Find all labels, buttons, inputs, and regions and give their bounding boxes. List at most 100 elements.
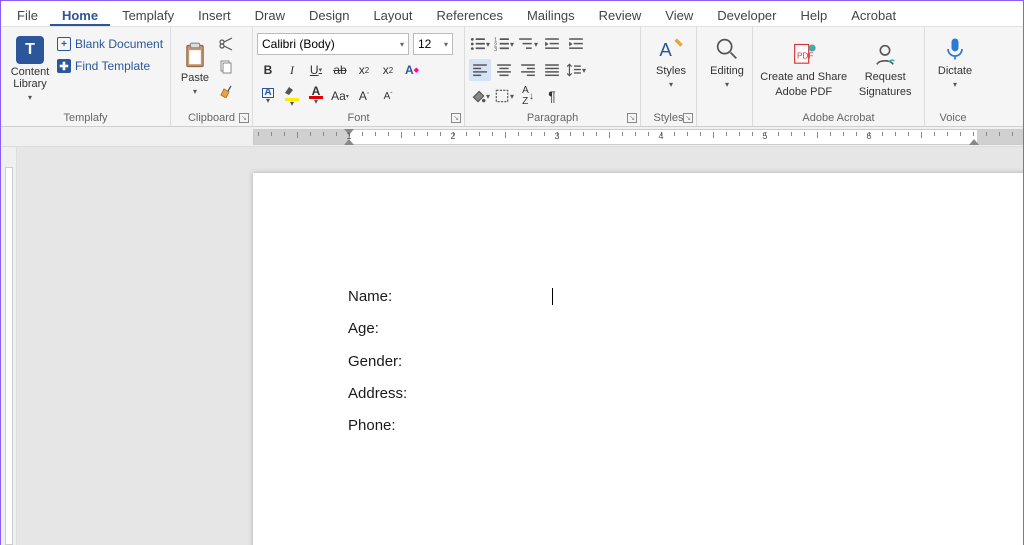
numbering-icon: 123 xyxy=(494,36,510,52)
copy-button[interactable] xyxy=(215,56,237,78)
underline-button[interactable]: U▾ xyxy=(305,59,327,81)
request-signatures-button[interactable]: Request Signatures xyxy=(850,31,920,109)
cut-button[interactable] xyxy=(215,33,237,55)
highlight-button[interactable]: ▾ xyxy=(281,85,303,107)
vertical-ruler[interactable] xyxy=(1,147,17,545)
document-page[interactable]: Name:Age:Gender:Address:Phone: xyxy=(253,173,1023,545)
ruler-number: 1 xyxy=(346,131,351,141)
borders-icon xyxy=(494,88,510,104)
doc-line[interactable]: Gender: xyxy=(348,346,553,378)
paint-bucket-icon xyxy=(470,88,486,104)
paste-button[interactable]: Paste ▾ xyxy=(175,29,215,109)
increase-indent-button[interactable] xyxy=(565,33,587,55)
shading-button[interactable]: ▾ xyxy=(469,85,491,107)
align-left-button[interactable] xyxy=(469,59,491,81)
change-case-button[interactable]: Aa▾ xyxy=(329,85,351,107)
subscript-button[interactable]: x2 xyxy=(353,59,375,81)
highlighter-icon xyxy=(284,85,300,98)
doc-line[interactable]: Age: xyxy=(348,313,553,345)
font-color-button[interactable]: A▾ xyxy=(305,85,327,107)
create-share-pdf-button[interactable]: PDF Create and Share Adobe PDF xyxy=(757,31,850,109)
format-painter-button[interactable] xyxy=(215,79,237,101)
ruler-number: 5 xyxy=(762,131,767,141)
group-voice: Dictate ▾ Voice xyxy=(925,27,981,126)
tab-insert[interactable]: Insert xyxy=(186,4,243,26)
line-spacing-icon xyxy=(566,62,582,78)
justify-button[interactable] xyxy=(541,59,563,81)
font-color-shade-button[interactable]: A▾ xyxy=(257,85,279,107)
group-styles: A Styles ▾ Styles ↘ xyxy=(641,27,697,126)
superscript-button[interactable]: x2 xyxy=(377,59,399,81)
styles-label: Styles xyxy=(656,65,686,78)
align-right-button[interactable] xyxy=(517,59,539,81)
dictate-label: Dictate xyxy=(938,65,972,78)
tab-help[interactable]: Help xyxy=(789,4,840,26)
bold-button[interactable]: B xyxy=(257,59,279,81)
paintbrush-icon xyxy=(218,82,234,98)
group-label-adobe: Adobe Acrobat xyxy=(753,112,924,124)
document-canvas[interactable]: Name:Age:Gender:Address:Phone: xyxy=(17,147,1023,545)
content-library-button[interactable]: T Content Library ▾ xyxy=(5,29,55,109)
decrease-indent-button[interactable] xyxy=(541,33,563,55)
align-center-button[interactable] xyxy=(493,59,515,81)
editing-button[interactable]: Editing ▾ xyxy=(701,33,753,91)
show-marks-button[interactable]: ¶ xyxy=(541,85,563,107)
align-right-icon xyxy=(520,62,536,78)
styles-dialog-launcher[interactable]: ↘ xyxy=(683,113,693,123)
blank-document-button[interactable]: + Blank Document xyxy=(55,35,165,53)
doc-line[interactable]: Phone: xyxy=(348,410,553,442)
multilevel-list-button[interactable]: ▾ xyxy=(517,33,539,55)
paragraph-dialog-launcher[interactable]: ↘ xyxy=(627,113,637,123)
ruler-number: 2 xyxy=(450,131,455,141)
borders-button[interactable]: ▾ xyxy=(493,85,515,107)
group-label-templafy: Templafy xyxy=(1,112,170,124)
group-templafy: T Content Library ▾ + Blank Document ✚ F… xyxy=(1,27,171,126)
bullets-button[interactable]: ▾ xyxy=(469,33,491,55)
styles-icon: A xyxy=(657,35,685,63)
tab-developer[interactable]: Developer xyxy=(705,4,788,26)
doc-line[interactable]: Address: xyxy=(348,378,553,410)
menu-tabs: FileHomeTemplafyInsertDrawDesignLayoutRe… xyxy=(1,1,1023,27)
horizontal-ruler-area: 123456 xyxy=(1,127,1023,147)
styles-button[interactable]: A Styles ▾ xyxy=(645,33,697,91)
ribbon: T Content Library ▾ + Blank Document ✚ F… xyxy=(1,27,1023,127)
right-indent-marker[interactable] xyxy=(969,139,979,145)
tab-file[interactable]: File xyxy=(5,4,50,26)
font-dialog-launcher[interactable]: ↘ xyxy=(451,113,461,123)
dictate-button[interactable]: Dictate ▾ xyxy=(929,33,981,91)
sort-button[interactable]: AZ↓ xyxy=(517,85,539,107)
tab-acrobat[interactable]: Acrobat xyxy=(839,4,908,26)
tab-references[interactable]: References xyxy=(424,4,514,26)
tab-mailings[interactable]: Mailings xyxy=(515,4,587,26)
tab-home[interactable]: Home xyxy=(50,4,110,26)
strikethrough-button[interactable]: ab xyxy=(329,59,351,81)
document-body[interactable]: Name:Age:Gender:Address:Phone: xyxy=(348,281,553,442)
chevron-down-icon: ▾ xyxy=(953,80,957,89)
ruler-number: 4 xyxy=(658,131,663,141)
align-center-icon xyxy=(496,62,512,78)
text-effects-button[interactable]: A◆ xyxy=(401,59,423,81)
find-template-button[interactable]: ✚ Find Template xyxy=(55,57,165,75)
chevron-down-icon: ▾ xyxy=(28,93,32,102)
grow-font-button[interactable]: Aˆ xyxy=(353,85,375,107)
numbering-button[interactable]: 123▾ xyxy=(493,33,515,55)
font-name-select[interactable]: Calibri (Body)▾ xyxy=(257,33,409,55)
bullets-icon xyxy=(470,36,486,52)
shrink-font-button[interactable]: Aˇ xyxy=(377,85,399,107)
justify-icon xyxy=(544,62,560,78)
tab-draw[interactable]: Draw xyxy=(243,4,297,26)
tab-templafy[interactable]: Templafy xyxy=(110,4,186,26)
tab-layout[interactable]: Layout xyxy=(361,4,424,26)
group-label-paragraph: Paragraph xyxy=(465,112,640,124)
doc-line[interactable]: Name: xyxy=(348,281,553,313)
tab-design[interactable]: Design xyxy=(297,4,361,26)
font-size-select[interactable]: 12▾ xyxy=(413,33,453,55)
scissors-icon xyxy=(218,36,234,52)
tab-view[interactable]: View xyxy=(653,4,705,26)
tab-review[interactable]: Review xyxy=(587,4,654,26)
italic-button[interactable]: I xyxy=(281,59,303,81)
group-editing: Editing ▾ xyxy=(697,27,753,126)
horizontal-ruler[interactable]: 123456 xyxy=(253,129,1023,145)
clipboard-dialog-launcher[interactable]: ↘ xyxy=(239,113,249,123)
line-spacing-button[interactable]: ▾ xyxy=(565,59,587,81)
